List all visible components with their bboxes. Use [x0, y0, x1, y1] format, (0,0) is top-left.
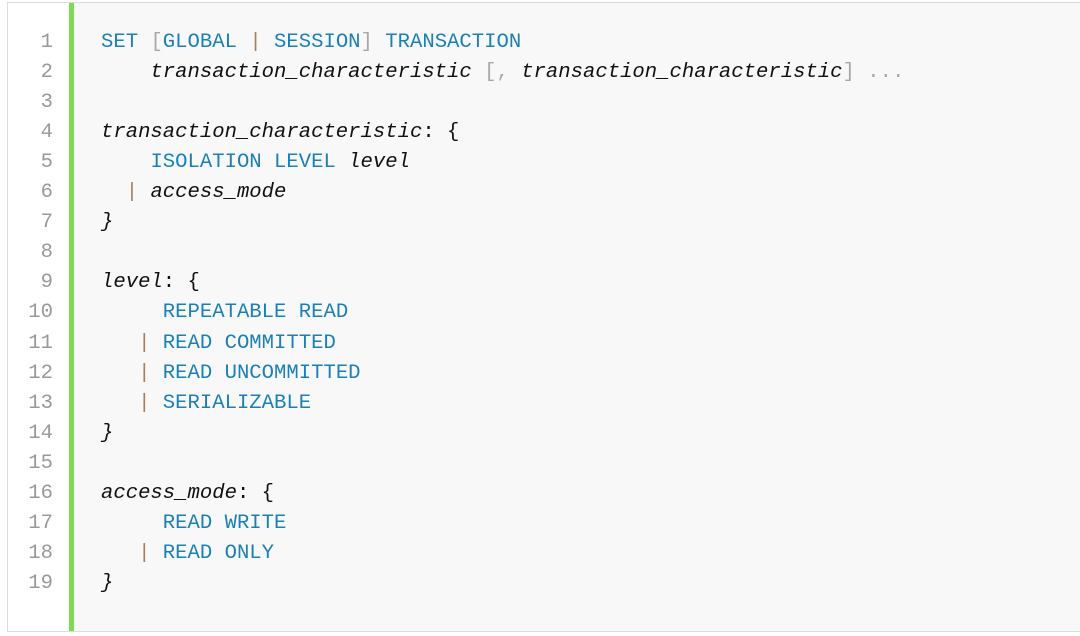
identifier-token: transaction_characteristic	[150, 61, 472, 85]
keyword-token: REPEATABLE READ	[162, 301, 349, 325]
line-number: 8	[40, 241, 53, 265]
line-number: 1	[40, 31, 53, 54]
line-number: 4	[40, 121, 53, 145]
code-line: | READ COMMITTED	[101, 329, 336, 359]
keyword-token: READ COMMITTED	[162, 331, 336, 355]
code-line: | access_mode	[101, 178, 287, 208]
code-line: | READ ONLY	[101, 539, 274, 569]
line-number: 2	[40, 61, 53, 85]
punctuation-token: [	[150, 31, 163, 54]
keyword-token: READ ONLY	[162, 541, 275, 565]
keyword-token: READ WRITE	[162, 511, 287, 535]
code-line: }	[101, 569, 113, 599]
operator-token: |	[249, 31, 262, 54]
code-line: ISOLATION LEVEL level	[101, 148, 410, 178]
identifier-token: }	[101, 571, 114, 595]
operator-token: |	[138, 331, 151, 355]
identifier-token: transaction_characteristic	[101, 121, 423, 145]
line-number: 9	[40, 271, 53, 295]
text-token: : {	[162, 271, 200, 295]
line-number: 16	[28, 481, 53, 505]
code-line: }	[101, 419, 113, 449]
line-number-gutter: 1 2 3 4 5 6 7 8 9 10 11 12 13 14 15 16 17 18 19	[8, 3, 69, 631]
code-lines[interactable]: SET [GLOBAL | SESSION] TRANSACTION trans…	[74, 3, 1080, 631]
keyword-token: ISOLATION LEVEL	[150, 151, 349, 175]
code-block: 1 2 3 4 5 6 7 8 9 10 11 12 13 14 15 16 17 18 19 SET [GLOBA…	[7, 2, 1080, 632]
operator-token: |	[138, 391, 151, 415]
code-line: transaction_characteristic: {	[101, 118, 459, 148]
line-number: 10	[28, 301, 53, 325]
line-number: 18	[28, 541, 53, 565]
keyword-token: GLOBAL	[162, 31, 250, 54]
line-number: 14	[28, 421, 53, 445]
identifier-token: access_mode	[101, 481, 237, 505]
code-line: | READ UNCOMMITTED	[101, 359, 361, 389]
line-number: 19	[28, 571, 53, 595]
operator-token: |	[138, 541, 151, 565]
line-number: 6	[40, 181, 53, 205]
operator-token: |	[125, 181, 139, 205]
operator-token: |	[138, 361, 151, 385]
line-number: 15	[28, 451, 53, 475]
line-number: 3	[40, 91, 53, 115]
text-token: : {	[236, 481, 275, 505]
code-line: REPEATABLE READ	[101, 298, 348, 328]
line-number: 7	[40, 211, 53, 235]
keyword-token: READ UNCOMMITTED	[162, 361, 361, 385]
code-line: access_mode: {	[101, 479, 274, 509]
code-line: level: {	[101, 268, 200, 298]
punctuation-token: ] ...	[842, 61, 905, 85]
line-number: 5	[40, 151, 53, 175]
identifier-token: }	[101, 421, 114, 445]
keyword-token: SET	[101, 31, 151, 54]
identifier-token: access_mode	[150, 181, 287, 205]
code-line: READ WRITE	[101, 509, 287, 539]
punctuation-token: [,	[471, 61, 522, 85]
code-line: | SERIALIZABLE	[101, 389, 311, 419]
identifier-token: level	[348, 151, 410, 175]
code-line: transaction_characteristic [, transactio…	[101, 58, 904, 88]
identifier-token: }	[101, 211, 114, 235]
line-number: 17	[28, 511, 53, 535]
code-line: }	[101, 208, 113, 238]
identifier-token: level	[101, 271, 163, 295]
text-token: : {	[422, 121, 460, 145]
keyword-token: SESSION	[261, 31, 361, 54]
line-number: 11	[28, 331, 53, 355]
code-line: SET [GLOBAL | SESSION] TRANSACTION	[101, 28, 521, 58]
keyword-token: SERIALIZABLE	[162, 391, 312, 415]
keyword-token: TRANSACTION	[372, 31, 522, 54]
line-number: 12	[28, 361, 53, 385]
punctuation-token: ]	[360, 31, 373, 54]
line-number: 13	[28, 391, 53, 415]
identifier-token: transaction_characteristic	[521, 61, 843, 85]
